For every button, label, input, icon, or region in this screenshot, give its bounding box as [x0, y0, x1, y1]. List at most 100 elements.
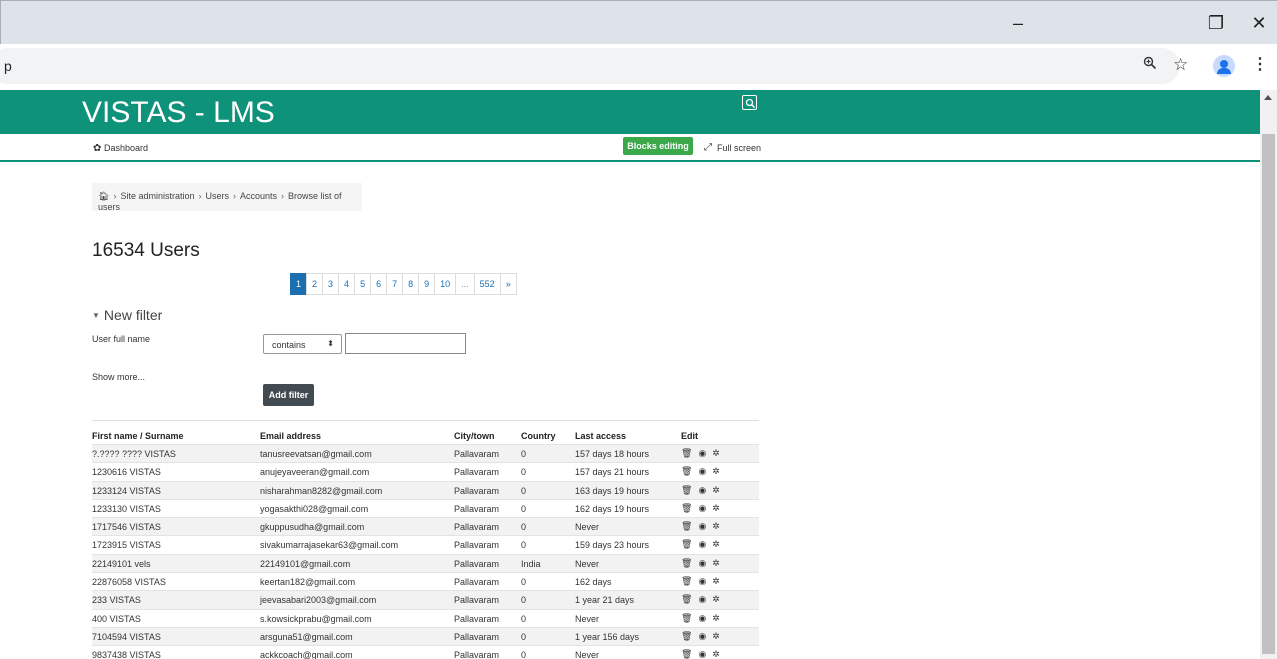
gear-icon[interactable]: ✲: [712, 521, 720, 531]
user-name-link[interactable]: 1233124 VISTAS: [92, 486, 161, 496]
trash-icon[interactable]: 🗑︎: [681, 466, 692, 476]
gear-icon[interactable]: ✲: [712, 539, 720, 549]
column-header[interactable]: Country: [521, 431, 556, 441]
user-name-link[interactable]: 7104594 VISTAS: [92, 632, 161, 642]
close-button[interactable]: ✕: [1236, 11, 1277, 35]
fullscreen-icon[interactable]: ⤢: [704, 142, 712, 153]
page-link[interactable]: 10: [434, 273, 457, 295]
page-link[interactable]: 552: [473, 273, 501, 295]
page-link[interactable]: 9: [418, 273, 436, 295]
add-filter-button[interactable]: Add filter: [263, 384, 314, 406]
column-header[interactable]: Last access: [575, 431, 626, 441]
eye-icon[interactable]: ◉: [698, 576, 706, 586]
breadcrumb-item[interactable]: Accounts: [240, 191, 277, 201]
site-title[interactable]: VISTAS - LMS: [82, 96, 275, 130]
column-header[interactable]: First name / Surname: [92, 431, 184, 441]
page-link[interactable]: 3: [322, 273, 340, 295]
nav-dashboard[interactable]: Dashboard: [104, 143, 148, 153]
vertical-scrollbar[interactable]: [1260, 90, 1277, 659]
eye-icon[interactable]: ◉: [698, 503, 706, 513]
gear-icon[interactable]: ✲: [712, 594, 720, 604]
scroll-up-arrow-icon[interactable]: [1264, 95, 1272, 100]
trash-icon[interactable]: 🗑︎: [681, 594, 692, 604]
url-text[interactable]: p: [4, 58, 12, 74]
user-name-link[interactable]: 1233130 VISTAS: [92, 504, 161, 514]
table-row: ?.???? ???? VISTAS tanusreevatsan@gmail.c…: [92, 444, 759, 463]
minimize-button[interactable]: –: [995, 11, 1041, 35]
scrollbar-thumb[interactable]: [1262, 134, 1275, 654]
home-icon[interactable]: 🏠︎: [98, 191, 109, 201]
column-header[interactable]: City/town: [454, 431, 495, 441]
gear-icon[interactable]: ✲: [712, 576, 720, 586]
star-icon[interactable]: ☆: [1173, 55, 1188, 75]
blocks-editing-button[interactable]: Blocks editing on: [623, 137, 693, 169]
user-name-link[interactable]: 233 VISTAS: [92, 595, 141, 605]
show-more-link[interactable]: Show more...: [92, 372, 145, 382]
gear-icon[interactable]: ✲: [712, 466, 720, 476]
trash-icon[interactable]: 🗑︎: [681, 503, 692, 513]
user-name-link[interactable]: 22876058 VISTAS: [92, 577, 166, 587]
trash-icon[interactable]: 🗑︎: [681, 576, 692, 586]
trash-icon[interactable]: 🗑︎: [681, 539, 692, 549]
user-city: Pallavaram: [454, 631, 500, 642]
user-email: yogasakthi028@gmail.com: [260, 503, 369, 514]
page-link[interactable]: 1: [290, 273, 308, 295]
trash-icon[interactable]: 🗑︎: [681, 521, 692, 531]
user-country: 0: [521, 613, 527, 624]
edit-actions: 🗑︎ ◉ ✲: [681, 558, 720, 568]
next-page-button[interactable]: »: [499, 273, 517, 295]
page-link[interactable]: 6: [370, 273, 388, 295]
user-country: 0: [521, 577, 527, 588]
eye-icon[interactable]: ◉: [698, 558, 706, 568]
gear-icon[interactable]: ✲: [712, 485, 720, 495]
user-name-link[interactable]: 9837438 VISTAS: [92, 650, 161, 659]
user-name-link[interactable]: ?.???? ???? VISTAS: [92, 449, 176, 459]
filter-value-input[interactable]: [345, 333, 466, 354]
page-link[interactable]: 8: [402, 273, 420, 295]
trash-icon[interactable]: 🗑︎: [681, 649, 692, 659]
user-name-link[interactable]: 1723915 VISTAS: [92, 540, 161, 550]
new-filter-toggle[interactable]: ▼ New filter: [92, 307, 162, 323]
user-name-link[interactable]: 22149101 vels: [92, 559, 151, 569]
eye-icon[interactable]: ◉: [698, 485, 706, 495]
page-link[interactable]: 4: [338, 273, 356, 295]
trash-icon[interactable]: 🗑︎: [681, 558, 692, 568]
omnibox[interactable]: p: [0, 48, 1180, 84]
gear-icon[interactable]: ✲: [712, 613, 720, 623]
restore-button[interactable]: ❐: [1193, 11, 1239, 35]
eye-icon[interactable]: ◉: [698, 649, 706, 659]
trash-icon[interactable]: 🗑︎: [681, 485, 692, 495]
eye-icon[interactable]: ◉: [698, 613, 706, 623]
gear-icon[interactable]: ✲: [712, 649, 720, 659]
page-link[interactable]: 7: [386, 273, 404, 295]
user-email: ackkcoach@gmail.com: [260, 650, 353, 659]
gear-icon[interactable]: ✲: [712, 558, 720, 568]
eye-icon[interactable]: ◉: [698, 631, 706, 641]
trash-icon[interactable]: 🗑︎: [681, 613, 692, 623]
page-link[interactable]: 2: [306, 273, 324, 295]
page-link[interactable]: 5: [354, 273, 372, 295]
column-header[interactable]: Email address: [260, 431, 321, 441]
user-name-link[interactable]: 400 VISTAS: [92, 614, 141, 624]
eye-icon[interactable]: ◉: [698, 521, 706, 531]
profile-avatar[interactable]: [1213, 55, 1235, 77]
search-icon[interactable]: [742, 95, 757, 110]
gear-icon[interactable]: ✲: [712, 448, 720, 458]
breadcrumb-item[interactable]: Site administration: [120, 191, 194, 201]
gear-icon[interactable]: ✲: [712, 503, 720, 513]
trash-icon[interactable]: 🗑︎: [681, 631, 692, 641]
trash-icon[interactable]: 🗑︎: [681, 448, 692, 458]
fullscreen-link[interactable]: Full screen: [717, 143, 761, 153]
breadcrumb-item[interactable]: Users: [205, 191, 229, 201]
user-name-link[interactable]: 1230616 VISTAS: [92, 467, 161, 477]
menu-icon[interactable]: ⋮: [1252, 54, 1268, 74]
eye-icon[interactable]: ◉: [698, 594, 706, 604]
zoom-icon[interactable]: [1143, 56, 1157, 74]
users-table: First name / Surname Email address City/…: [92, 430, 759, 659]
eye-icon[interactable]: ◉: [698, 466, 706, 476]
user-name-link[interactable]: 1717546 VISTAS: [92, 522, 161, 532]
eye-icon[interactable]: ◉: [698, 539, 706, 549]
gear-icon[interactable]: ✲: [712, 631, 720, 641]
eye-icon[interactable]: ◉: [698, 448, 706, 458]
filter-operator-select[interactable]: contains ⬍: [263, 334, 342, 354]
